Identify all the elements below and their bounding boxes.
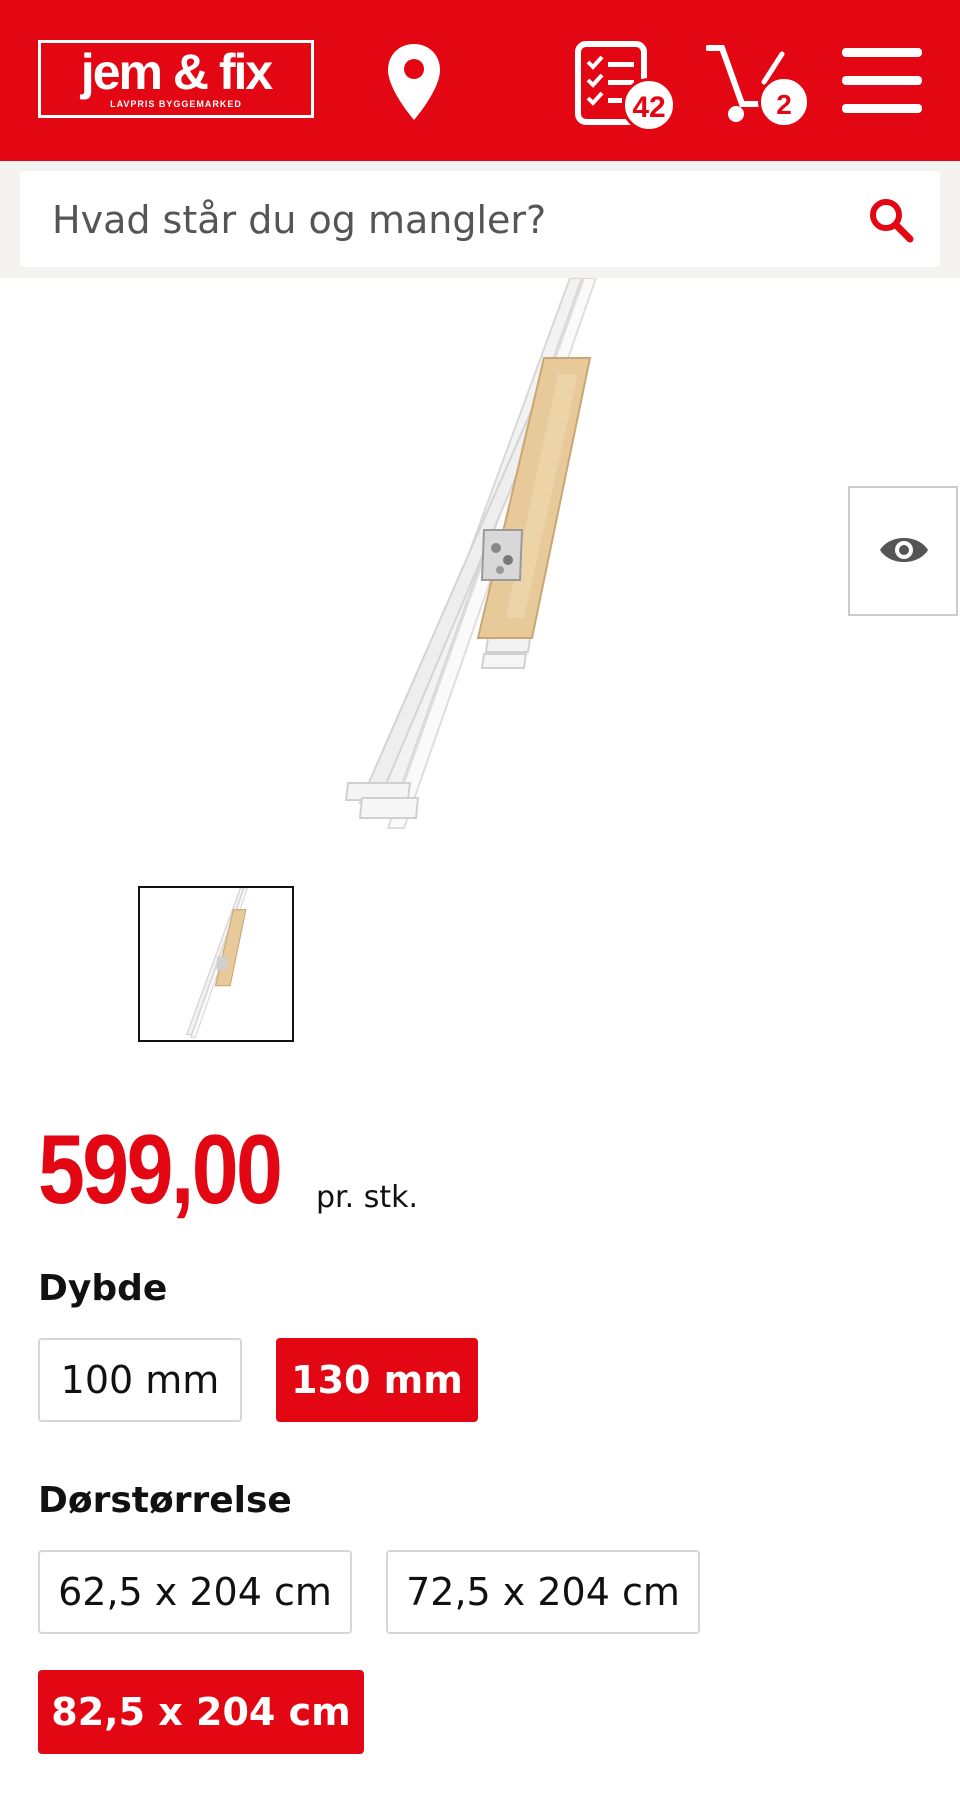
search-icon[interactable] xyxy=(868,197,914,243)
site-logo[interactable]: jem & fix LAVPRIS BYGGEMARKED xyxy=(38,40,314,118)
door-size-title: Dørstørrelse xyxy=(38,1480,292,1521)
door-size-option-82-5[interactable]: 82,5 x 204 cm xyxy=(38,1670,364,1754)
depth-title: Dybde xyxy=(38,1268,168,1309)
price-unit: pr. stk. xyxy=(316,1180,418,1215)
search-input[interactable] xyxy=(50,171,854,269)
list-count-badge: 42 xyxy=(622,78,676,132)
top-header: jem & fix LAVPRIS BYGGEMARKED 42 2 xyxy=(0,0,960,161)
cart-count-badge: 2 xyxy=(758,76,810,128)
thumbnail-image xyxy=(185,887,249,1038)
product-thumbnail[interactable] xyxy=(138,886,294,1042)
location-pin-icon[interactable] xyxy=(386,42,442,122)
logo-wordmark: jem & fix xyxy=(80,44,273,100)
door-size-option-62-5[interactable]: 62,5 x 204 cm xyxy=(38,1550,352,1634)
search-bar xyxy=(0,161,960,278)
door-size-option-72-5[interactable]: 72,5 x 204 cm xyxy=(386,1550,700,1634)
depth-option-130mm[interactable]: 130 mm xyxy=(276,1338,478,1422)
product-image xyxy=(344,278,598,829)
view-3d-button[interactable] xyxy=(848,486,958,616)
eye-icon xyxy=(880,538,928,562)
search-box xyxy=(20,171,940,269)
product-price: 599,00 xyxy=(38,1114,283,1224)
depth-option-100mm[interactable]: 100 mm xyxy=(38,1338,242,1422)
logo-tagline: LAVPRIS BYGGEMARKED xyxy=(110,99,242,109)
menu-icon[interactable] xyxy=(842,48,922,114)
